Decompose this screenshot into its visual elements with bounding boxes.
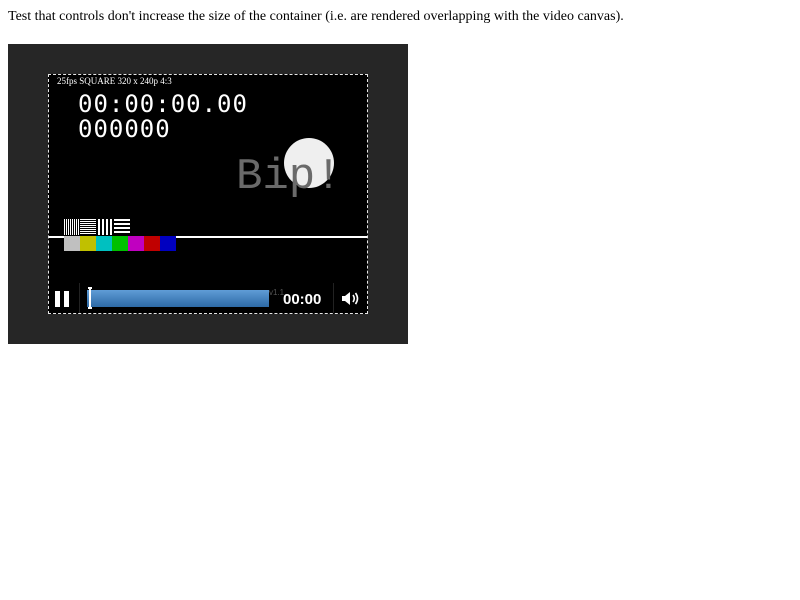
seek-bar[interactable] — [87, 290, 269, 307]
controls-divider — [333, 283, 334, 313]
color-bar — [80, 236, 96, 251]
color-bar — [128, 236, 144, 251]
version-label: v1.1 — [269, 288, 285, 297]
color-bar — [144, 236, 160, 251]
test-pattern — [64, 219, 130, 235]
frame-counter: 000000 — [78, 115, 171, 143]
color-bar — [64, 236, 80, 251]
color-bars — [64, 236, 176, 251]
page-caption: Test that controls don't increase the si… — [8, 9, 624, 24]
volume-icon[interactable] — [340, 290, 362, 307]
video-container: 25fps SQUARE 320 x 240p 4:3 00:00:00.00 … — [8, 44, 408, 344]
color-bar — [96, 236, 112, 251]
video-canvas[interactable]: 25fps SQUARE 320 x 240p 4:3 00:00:00.00 … — [48, 74, 368, 314]
player-controls: v1.1 00:00 — [49, 283, 367, 313]
bip-text: Bip! — [236, 152, 342, 202]
color-bar — [160, 236, 176, 251]
pause-button[interactable] — [49, 283, 80, 313]
time-display: 00:00 — [283, 291, 322, 308]
timecode-text: 00:00:00.00 — [78, 90, 248, 118]
format-label: 25fps SQUARE 320 x 240p 4:3 — [57, 76, 172, 86]
color-bar — [112, 236, 128, 251]
seek-handle[interactable] — [88, 287, 92, 309]
